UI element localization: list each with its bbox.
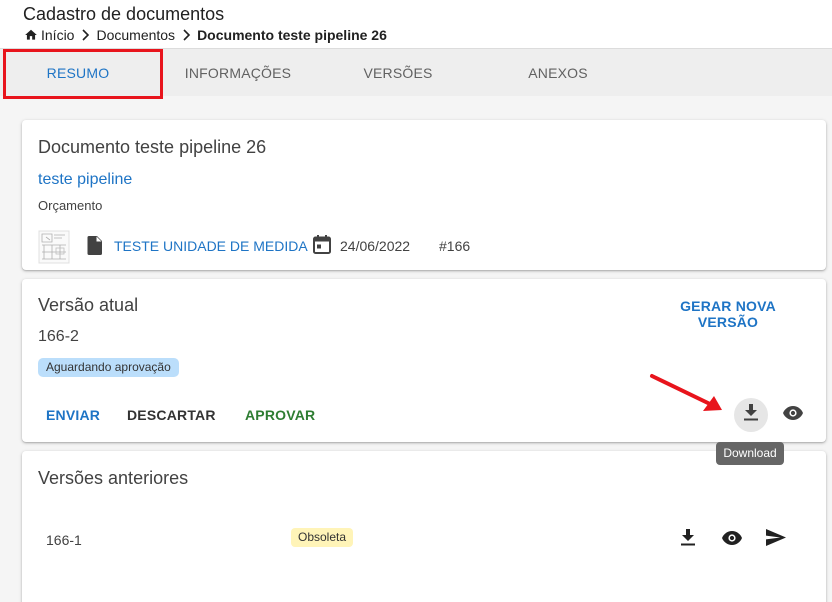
download-icon: [744, 404, 758, 426]
download-tooltip: Download: [716, 442, 784, 465]
view-button[interactable]: [776, 398, 810, 432]
tab-resumo[interactable]: RESUMO: [4, 49, 152, 97]
chevron-right-icon: [80, 29, 90, 41]
current-version-title: Versão atual: [38, 295, 139, 315]
breadcrumb-documentos[interactable]: Documentos: [96, 27, 175, 43]
approve-button[interactable]: APROVAR: [245, 407, 315, 425]
row-view-button[interactable]: [715, 523, 749, 557]
row-version-number: 166-1: [46, 532, 82, 548]
calendar-icon: [313, 235, 331, 259]
home-icon[interactable]: [24, 28, 38, 42]
tab-bar: RESUMO INFORMAÇÕES VERSÕES ANEXOS: [0, 48, 832, 96]
file-icon: [87, 236, 103, 260]
current-version-number: 166-2: [38, 328, 79, 345]
document-type: Orçamento: [38, 198, 103, 213]
document-thumbnail[interactable]: [38, 230, 70, 264]
status-badge: Aguardando aprovação: [38, 358, 179, 377]
breadcrumb: Início Documentos Documento teste pipeli…: [24, 27, 387, 43]
page-header: Cadastro de documentos Início Documentos…: [0, 0, 832, 48]
previous-versions-title: Versões anteriores: [38, 468, 189, 488]
unit-link[interactable]: TESTE UNIDADE DE MEDIDA: [114, 238, 308, 254]
chevron-right-icon: [181, 29, 191, 41]
row-send-button[interactable]: [759, 523, 793, 557]
eye-icon: [783, 405, 803, 425]
generate-version-button[interactable]: GERAR NOVA VERSÃO: [649, 298, 807, 330]
document-date: 24/06/2022: [340, 238, 411, 254]
summary-card: Documento teste pipeline 26 teste pipeli…: [22, 120, 826, 270]
document-id: #166: [439, 238, 471, 254]
document-title: Documento teste pipeline 26: [38, 137, 267, 157]
row-download-button[interactable]: [671, 523, 705, 557]
page-title: Cadastro de documentos: [23, 4, 225, 24]
eye-icon: [722, 530, 742, 550]
current-version-card: Versão atual GERAR NOVA VERSÃO 166-2 Agu…: [22, 279, 826, 442]
tab-versoes[interactable]: VERSÕES: [322, 49, 474, 97]
breadcrumb-home[interactable]: Início: [41, 27, 74, 43]
send-icon: [766, 529, 786, 551]
download-button[interactable]: [734, 398, 768, 432]
send-button[interactable]: ENVIAR: [46, 407, 100, 425]
status-badge: Obsoleta: [291, 528, 354, 547]
download-icon: [681, 529, 695, 551]
previous-versions-card: Versões anteriores 166-1 Obsoleta: [22, 451, 826, 602]
tab-informacoes[interactable]: INFORMAÇÕES: [162, 49, 314, 97]
breadcrumb-current: Documento teste pipeline 26: [197, 27, 387, 43]
discard-button[interactable]: DESCARTAR: [127, 407, 216, 425]
document-link[interactable]: teste pipeline: [38, 171, 132, 189]
tab-anexos[interactable]: ANEXOS: [482, 49, 634, 97]
